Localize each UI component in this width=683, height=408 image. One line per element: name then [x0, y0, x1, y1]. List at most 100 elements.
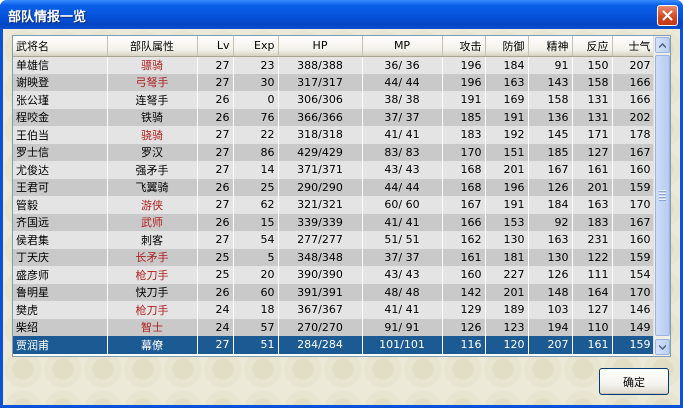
- reaction-cell: 171: [572, 126, 613, 144]
- reaction-cell: 161: [572, 336, 613, 354]
- mp-cell: 60/ 60: [362, 196, 443, 214]
- defense-cell: 227: [485, 266, 529, 284]
- close-button[interactable]: [657, 5, 678, 26]
- mp-cell: 91/ 91: [362, 318, 443, 336]
- column-header[interactable]: 士气: [612, 36, 655, 57]
- hp-cell: 284/284: [278, 336, 363, 354]
- mp-cell: 36/ 36: [362, 56, 443, 74]
- morale-cell: 202: [612, 108, 655, 126]
- morale-cell: 159: [612, 336, 655, 354]
- unit-type-cell: 刺客: [107, 231, 198, 249]
- defense-cell: 130: [485, 231, 529, 249]
- column-header[interactable]: 部队属性: [107, 36, 198, 57]
- column-header[interactable]: MP: [362, 36, 443, 57]
- morale-cell: 154: [612, 266, 655, 284]
- spirit-cell: 92: [528, 213, 573, 231]
- vertical-scrollbar[interactable]: [653, 36, 670, 356]
- column-header[interactable]: 防御: [485, 36, 529, 57]
- table-row[interactable]: 谢映登 弓弩手 27 30 317/317 44/ 44 196 163 143 158 166: [13, 73, 655, 91]
- table-row[interactable]: 丁天庆 长矛手 25 5 348/348 37/ 37 161 181 130 122 159: [13, 248, 655, 266]
- spirit-cell: 194: [528, 318, 573, 336]
- scroll-thumb[interactable]: [655, 55, 670, 336]
- table-row[interactable]: 鲁明星 快刀手 26 60 391/391 48/ 48 142 201 148 164 170: [13, 283, 655, 301]
- table-row[interactable]: 柴绍 智士 24 57 270/270 91/ 91 126 123 194 110 149: [13, 318, 655, 336]
- reaction-cell: 150: [572, 56, 613, 74]
- hp-cell: 317/317: [278, 73, 363, 91]
- mp-cell: 44/ 44: [362, 73, 443, 91]
- table-row[interactable]: 张公瑾 连弩手 26 0 306/306 38/ 38 191 169 158 131 166: [13, 91, 655, 109]
- attack-cell: 142: [442, 283, 486, 301]
- defense-cell: 201: [485, 161, 529, 179]
- level-cell: 24: [197, 301, 234, 319]
- unit-list[interactable]: 武将名 部队属性 Lv Exp HP MP 攻击 防御 精神 反应 士气 单雄信 骠骑 27 23 388/…: [12, 35, 671, 357]
- morale-cell: 166: [612, 91, 655, 109]
- unit-type-cell: 弓弩手: [107, 73, 198, 91]
- column-header[interactable]: Exp: [233, 36, 279, 57]
- morale-cell: 170: [612, 196, 655, 214]
- hp-cell: 318/318: [278, 126, 363, 144]
- arrow-up-icon: [659, 42, 666, 48]
- column-header[interactable]: Lv: [197, 36, 234, 57]
- level-cell: 27: [197, 336, 234, 354]
- spirit-cell: 148: [528, 283, 573, 301]
- unit-name-cell: 盛彦师: [13, 266, 108, 284]
- table-row[interactable]: 王伯当 骁骑 27 22 318/318 41/ 41 183 192 145 171 178: [13, 126, 655, 144]
- mp-cell: 37/ 37: [362, 108, 443, 126]
- hp-cell: 306/306: [278, 91, 363, 109]
- unit-type-cell: 强矛手: [107, 161, 198, 179]
- unit-name-cell: 王君可: [13, 178, 108, 196]
- unit-name-cell: 管毅: [13, 196, 108, 214]
- column-header[interactable]: 反应: [572, 36, 613, 57]
- scroll-down-button[interactable]: [655, 339, 670, 355]
- hp-cell: 367/367: [278, 301, 363, 319]
- ok-button[interactable]: 确定: [599, 368, 669, 395]
- table-row[interactable]: 程咬金 铁骑 26 76 366/366 37/ 37 185 191 136 131 202: [13, 108, 655, 126]
- exp-cell: 5: [233, 248, 279, 266]
- table-row[interactable]: 罗士信 罗汉 27 86 429/429 83/ 83 170 151 185 127 167: [13, 143, 655, 161]
- hp-cell: 270/270: [278, 318, 363, 336]
- defense-cell: 169: [485, 91, 529, 109]
- attack-cell: 161: [442, 248, 486, 266]
- hp-cell: 390/390: [278, 266, 363, 284]
- scroll-up-button[interactable]: [655, 37, 670, 53]
- unit-type-cell: 骁骑: [107, 126, 198, 144]
- level-cell: 26: [197, 108, 234, 126]
- mp-cell: 101/101: [362, 336, 443, 354]
- morale-cell: 170: [612, 283, 655, 301]
- table-row[interactable]: 单雄信 骠骑 27 23 388/388 36/ 36 196 184 91 150 207: [13, 56, 655, 74]
- defense-cell: 123: [485, 318, 529, 336]
- level-cell: 26: [197, 213, 234, 231]
- reaction-cell: 164: [572, 283, 613, 301]
- arrow-down-icon: [659, 344, 666, 350]
- spirit-cell: 126: [528, 178, 573, 196]
- attack-cell: 185: [442, 108, 486, 126]
- table-row[interactable]: 王君可 飞翼骑 26 25 290/290 44/ 44 168 196 126 201 159: [13, 178, 655, 196]
- exp-cell: 51: [233, 336, 279, 354]
- column-header[interactable]: 精神: [528, 36, 573, 57]
- grip-line: [659, 196, 666, 197]
- reaction-cell: 161: [572, 161, 613, 179]
- defense-cell: 163: [485, 73, 529, 91]
- exp-cell: 30: [233, 73, 279, 91]
- table-row[interactable]: 齐国远 武师 26 15 339/339 41/ 41 166 153 92 183 167: [13, 213, 655, 231]
- unit-info-window: 部队情报一览 武将名 部队属性 Lv Exp HP MP 攻击 防御 精神 反应 士气 单雄信 骠骑 2…: [0, 0, 683, 408]
- reaction-cell: 163: [572, 196, 613, 214]
- table-row[interactable]: 侯君集 刺客 27 54 277/277 51/ 51 162 130 163 231 160: [13, 231, 655, 249]
- defense-cell: 201: [485, 283, 529, 301]
- column-header[interactable]: 武将名: [13, 36, 108, 57]
- close-icon: [662, 10, 673, 21]
- column-header[interactable]: 攻击: [442, 36, 486, 57]
- morale-cell: 166: [612, 73, 655, 91]
- exp-cell: 23: [233, 56, 279, 74]
- unit-name-cell: 张公瑾: [13, 91, 108, 109]
- table-row[interactable]: 管毅 游侠 27 62 321/321 60/ 60 167 191 184 163 170: [13, 196, 655, 214]
- exp-cell: 54: [233, 231, 279, 249]
- table-row[interactable]: 樊虎 枪刀手 24 18 367/367 41/ 41 129 189 103 127 146: [13, 301, 655, 319]
- table-row[interactable]: 贾润甫 幕僚 27 51 284/284 101/101 116 120 207 161 159: [13, 336, 655, 354]
- grip-line: [659, 190, 666, 191]
- table-row[interactable]: 盛彦师 枪刀手 25 20 390/390 43/ 43 160 227 126 111 154: [13, 266, 655, 284]
- table-row[interactable]: 尤俊达 强矛手 27 14 371/371 43/ 43 168 201 167 161 160: [13, 161, 655, 179]
- table-header-row: 武将名 部队属性 Lv Exp HP MP 攻击 防御 精神 反应 士气: [13, 36, 655, 57]
- column-header[interactable]: HP: [278, 36, 363, 57]
- title-bar[interactable]: 部队情报一览: [0, 0, 683, 29]
